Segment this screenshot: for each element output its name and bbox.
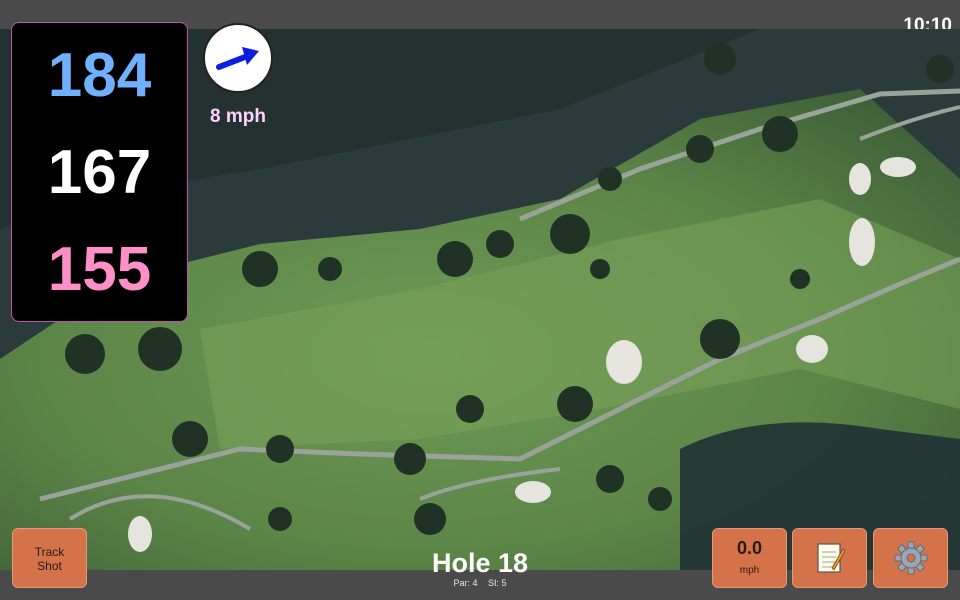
hole-stroke-index: SI: 5 bbox=[488, 578, 507, 588]
track-shot-button[interactable]: Track Shot bbox=[12, 528, 87, 588]
notepad-icon bbox=[816, 543, 845, 573]
gear-icon bbox=[894, 541, 927, 575]
wind-speed-label: 8 mph bbox=[210, 106, 266, 127]
distance-back-of-green: 184 bbox=[47, 41, 152, 110]
distance-panel: 184 167 155 bbox=[11, 22, 188, 322]
wind-direction-arrow-icon bbox=[216, 47, 259, 70]
speed-value: 0.0 bbox=[736, 538, 763, 558]
speed-button[interactable]: 0.0 mph bbox=[712, 528, 787, 588]
hole-par: Par: 4 bbox=[453, 578, 478, 588]
track-shot-label-line1: Track bbox=[34, 545, 65, 559]
hole-title: Hole 18 bbox=[431, 548, 529, 578]
settings-button[interactable] bbox=[873, 528, 948, 588]
wind-direction-indicator bbox=[203, 23, 273, 93]
speed-unit: mph bbox=[739, 565, 760, 576]
track-shot-label-line2: Shot bbox=[37, 559, 62, 573]
notes-button[interactable] bbox=[792, 528, 867, 588]
hole-info: Par: 4 SI: 5 bbox=[380, 578, 580, 588]
distance-middle-of-green: 167 bbox=[47, 138, 152, 207]
distance-front-of-green: 155 bbox=[47, 235, 152, 304]
